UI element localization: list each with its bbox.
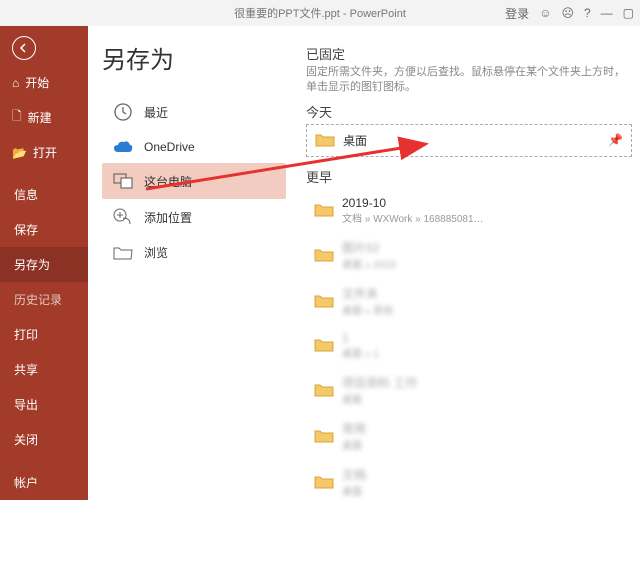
- browse-icon: [112, 245, 134, 261]
- places-column: 另存为 最近 OneDrive 这台电脑 添加位置 浏览: [88, 26, 298, 500]
- sidebar-open[interactable]: 📂 打开: [0, 136, 88, 169]
- folder-desktop-label: 桌面: [343, 132, 367, 149]
- folder-name: 文档: [342, 466, 366, 483]
- folder-text: 图片52 桌面 » 2019: [342, 239, 395, 271]
- folder-row[interactable]: 常用 桌面: [306, 413, 632, 459]
- home-icon: ⌂: [12, 76, 19, 90]
- page-title: 另存为: [102, 40, 298, 75]
- pinned-heading: 已固定: [306, 44, 632, 63]
- pin-icon[interactable]: 📌: [608, 133, 623, 147]
- locations-column: 已固定 固定所需文件夹，方便以后查找。鼠标悬停在某个文件夹上方时，单击显示的图钉…: [298, 26, 640, 500]
- sidebar-feedback[interactable]: 反馈: [0, 500, 88, 535]
- window-title: 很重要的PPT文件.ppt - PowerPoint: [234, 5, 406, 21]
- sidebar-save[interactable]: 保存: [0, 212, 88, 247]
- sidebar-print[interactable]: 打印: [0, 317, 88, 352]
- folder-row[interactable]: 图片52 桌面 » 2019: [306, 232, 632, 278]
- folder-name: 常用: [342, 420, 366, 437]
- sidebar-close[interactable]: 关闭: [0, 422, 88, 457]
- open-icon: 📂: [12, 146, 27, 160]
- folder-sub: 桌面: [342, 483, 366, 498]
- clock-icon: [112, 102, 134, 122]
- place-browse-label: 浏览: [144, 244, 168, 261]
- place-thispc-label: 这台电脑: [144, 173, 192, 190]
- sidebar-home[interactable]: ⌂ 开始: [0, 66, 88, 99]
- place-recent-label: 最近: [144, 104, 168, 121]
- folder-text: 1 桌面 » 1: [342, 331, 379, 360]
- folder-icon: [314, 293, 334, 309]
- folder-icon: [314, 337, 334, 353]
- folder-sub: 桌面 » 1: [342, 345, 379, 360]
- today-heading: 今天: [306, 102, 632, 121]
- folder-text: 项目资料 工作 桌面: [342, 374, 417, 406]
- folder-sub: 桌面 » 2019: [342, 256, 395, 271]
- filename: 很重要的PPT文件.ppt: [234, 8, 340, 20]
- folder-icon: [314, 474, 334, 490]
- back-button[interactable]: [0, 26, 88, 66]
- sidebar-open-label: 打开: [33, 144, 57, 161]
- sidebar-info[interactable]: 信息: [0, 177, 88, 212]
- login-link[interactable]: 登录: [505, 5, 529, 22]
- folder-name: 文件夹: [342, 285, 393, 302]
- minimize-button[interactable]: —: [601, 6, 613, 20]
- folder-desktop[interactable]: 桌面 📌: [306, 124, 632, 157]
- folder-sub: 桌面: [342, 437, 366, 452]
- place-addplace[interactable]: 添加位置: [102, 199, 286, 235]
- app-name: PowerPoint: [350, 8, 406, 20]
- folder-icon: [315, 132, 335, 148]
- folder-sub: 文档 » WXWork » 168885081…: [342, 210, 484, 225]
- place-recent[interactable]: 最近: [102, 93, 286, 131]
- folder-name: 1: [342, 331, 379, 345]
- folder-row[interactable]: 项目资料 工作 桌面: [306, 367, 632, 413]
- folder-row[interactable]: 2019-10 文档 » WXWork » 168885081…: [306, 189, 632, 232]
- pc-icon: [112, 172, 134, 190]
- title-sep: -: [340, 8, 350, 20]
- sidebar-export[interactable]: 导出: [0, 387, 88, 422]
- face-icon[interactable]: ☺: [539, 6, 551, 20]
- sidebar-new-label: 新建: [28, 109, 52, 126]
- folder-icon: [314, 247, 334, 263]
- folder-text: 文档 桌面: [342, 466, 366, 498]
- place-onedrive[interactable]: OneDrive: [102, 131, 286, 163]
- close-button[interactable]: ▢: [623, 6, 634, 20]
- folder-text: 常用 桌面: [342, 420, 366, 452]
- sidebar-history[interactable]: 历史记录: [0, 282, 88, 317]
- earlier-heading: 更早: [306, 167, 632, 186]
- folder-name: 2019-10: [342, 196, 484, 210]
- folder-name: 图片52: [342, 239, 395, 256]
- title-bar: 很重要的PPT文件.ppt - PowerPoint 登录 ☺ ☹ ? — ▢: [0, 0, 640, 26]
- earlier-list: 2019-10 文档 » WXWork » 168885081… 图片52 桌面…: [306, 189, 632, 500]
- folder-text: 2019-10 文档 » WXWork » 168885081…: [342, 196, 484, 225]
- sidebar-new[interactable]: 🗋 新建: [0, 99, 88, 136]
- pinned-desc: 固定所需文件夹，方便以后查找。鼠标悬停在某个文件夹上方时，单击显示的图钉图标。: [306, 65, 632, 96]
- folder-sub: 桌面: [342, 391, 417, 406]
- folder-row[interactable]: 文件夹 桌面 » 其他: [306, 278, 632, 324]
- place-thispc[interactable]: 这台电脑: [102, 163, 286, 199]
- place-browse[interactable]: 浏览: [102, 235, 286, 270]
- folder-sub: 桌面 » 其他: [342, 302, 393, 317]
- folder-name: 项目资料 工作: [342, 374, 417, 391]
- sidebar-options[interactable]: 选项: [0, 535, 88, 570]
- sidebar-home-label: 开始: [25, 74, 49, 91]
- new-icon: 🗋: [12, 107, 22, 128]
- addplace-icon: [112, 208, 134, 226]
- place-addplace-label: 添加位置: [144, 209, 192, 226]
- sidebar-account[interactable]: 帐户: [0, 465, 88, 500]
- folder-icon: [314, 428, 334, 444]
- place-onedrive-label: OneDrive: [144, 140, 195, 154]
- cloud-icon: [112, 140, 134, 154]
- folder-icon: [314, 202, 334, 218]
- face2-icon[interactable]: ☹: [561, 6, 574, 20]
- help-icon[interactable]: ?: [584, 6, 591, 20]
- folder-text: 文件夹 桌面 » 其他: [342, 285, 393, 317]
- folder-row[interactable]: 1 桌面 » 1: [306, 324, 632, 367]
- folder-row[interactable]: 文档 桌面: [306, 459, 632, 500]
- folder-icon: [314, 382, 334, 398]
- backstage-sidebar: ⌂ 开始 🗋 新建 📂 打开 信息 保存 另存为 历史记录 打印 共享 导出 关闭 帐…: [0, 26, 88, 500]
- sidebar-share[interactable]: 共享: [0, 352, 88, 387]
- sidebar-saveas[interactable]: 另存为: [0, 247, 88, 282]
